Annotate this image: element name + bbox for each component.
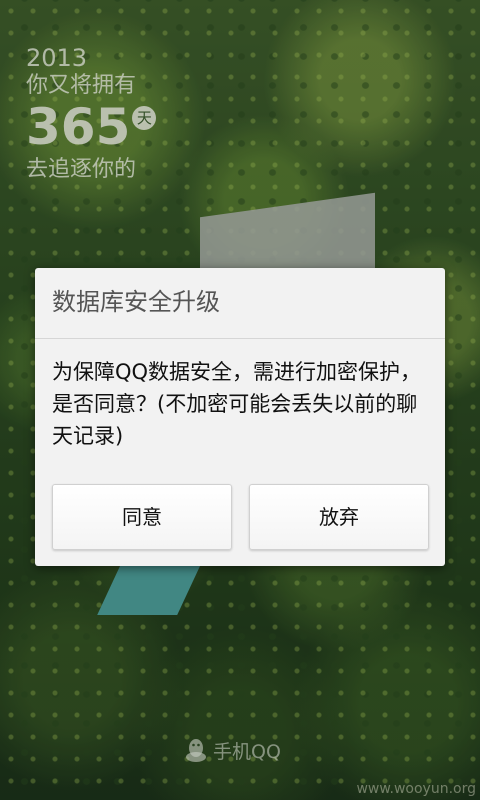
dialog-title: 数据库安全升级	[52, 288, 220, 316]
qq-penguin-icon	[186, 739, 206, 762]
db-upgrade-dialog: 数据库安全升级 为保障QQ数据安全，需进行加密保护，是否同意？(不加密可能会丢失…	[35, 268, 445, 566]
watermark: www.wooyun.org	[356, 781, 476, 797]
app-brand: 手机QQ	[185, 736, 281, 764]
dialog-divider	[35, 338, 445, 339]
abandon-button[interactable]: 放弃	[249, 484, 429, 550]
dialog-message: 为保障QQ数据安全，需进行加密保护，是否同意？(不加密可能会丢失以前的聊天记录)	[52, 360, 422, 448]
brand-name: 手机QQ	[213, 740, 281, 763]
agree-button[interactable]: 同意	[52, 484, 232, 550]
